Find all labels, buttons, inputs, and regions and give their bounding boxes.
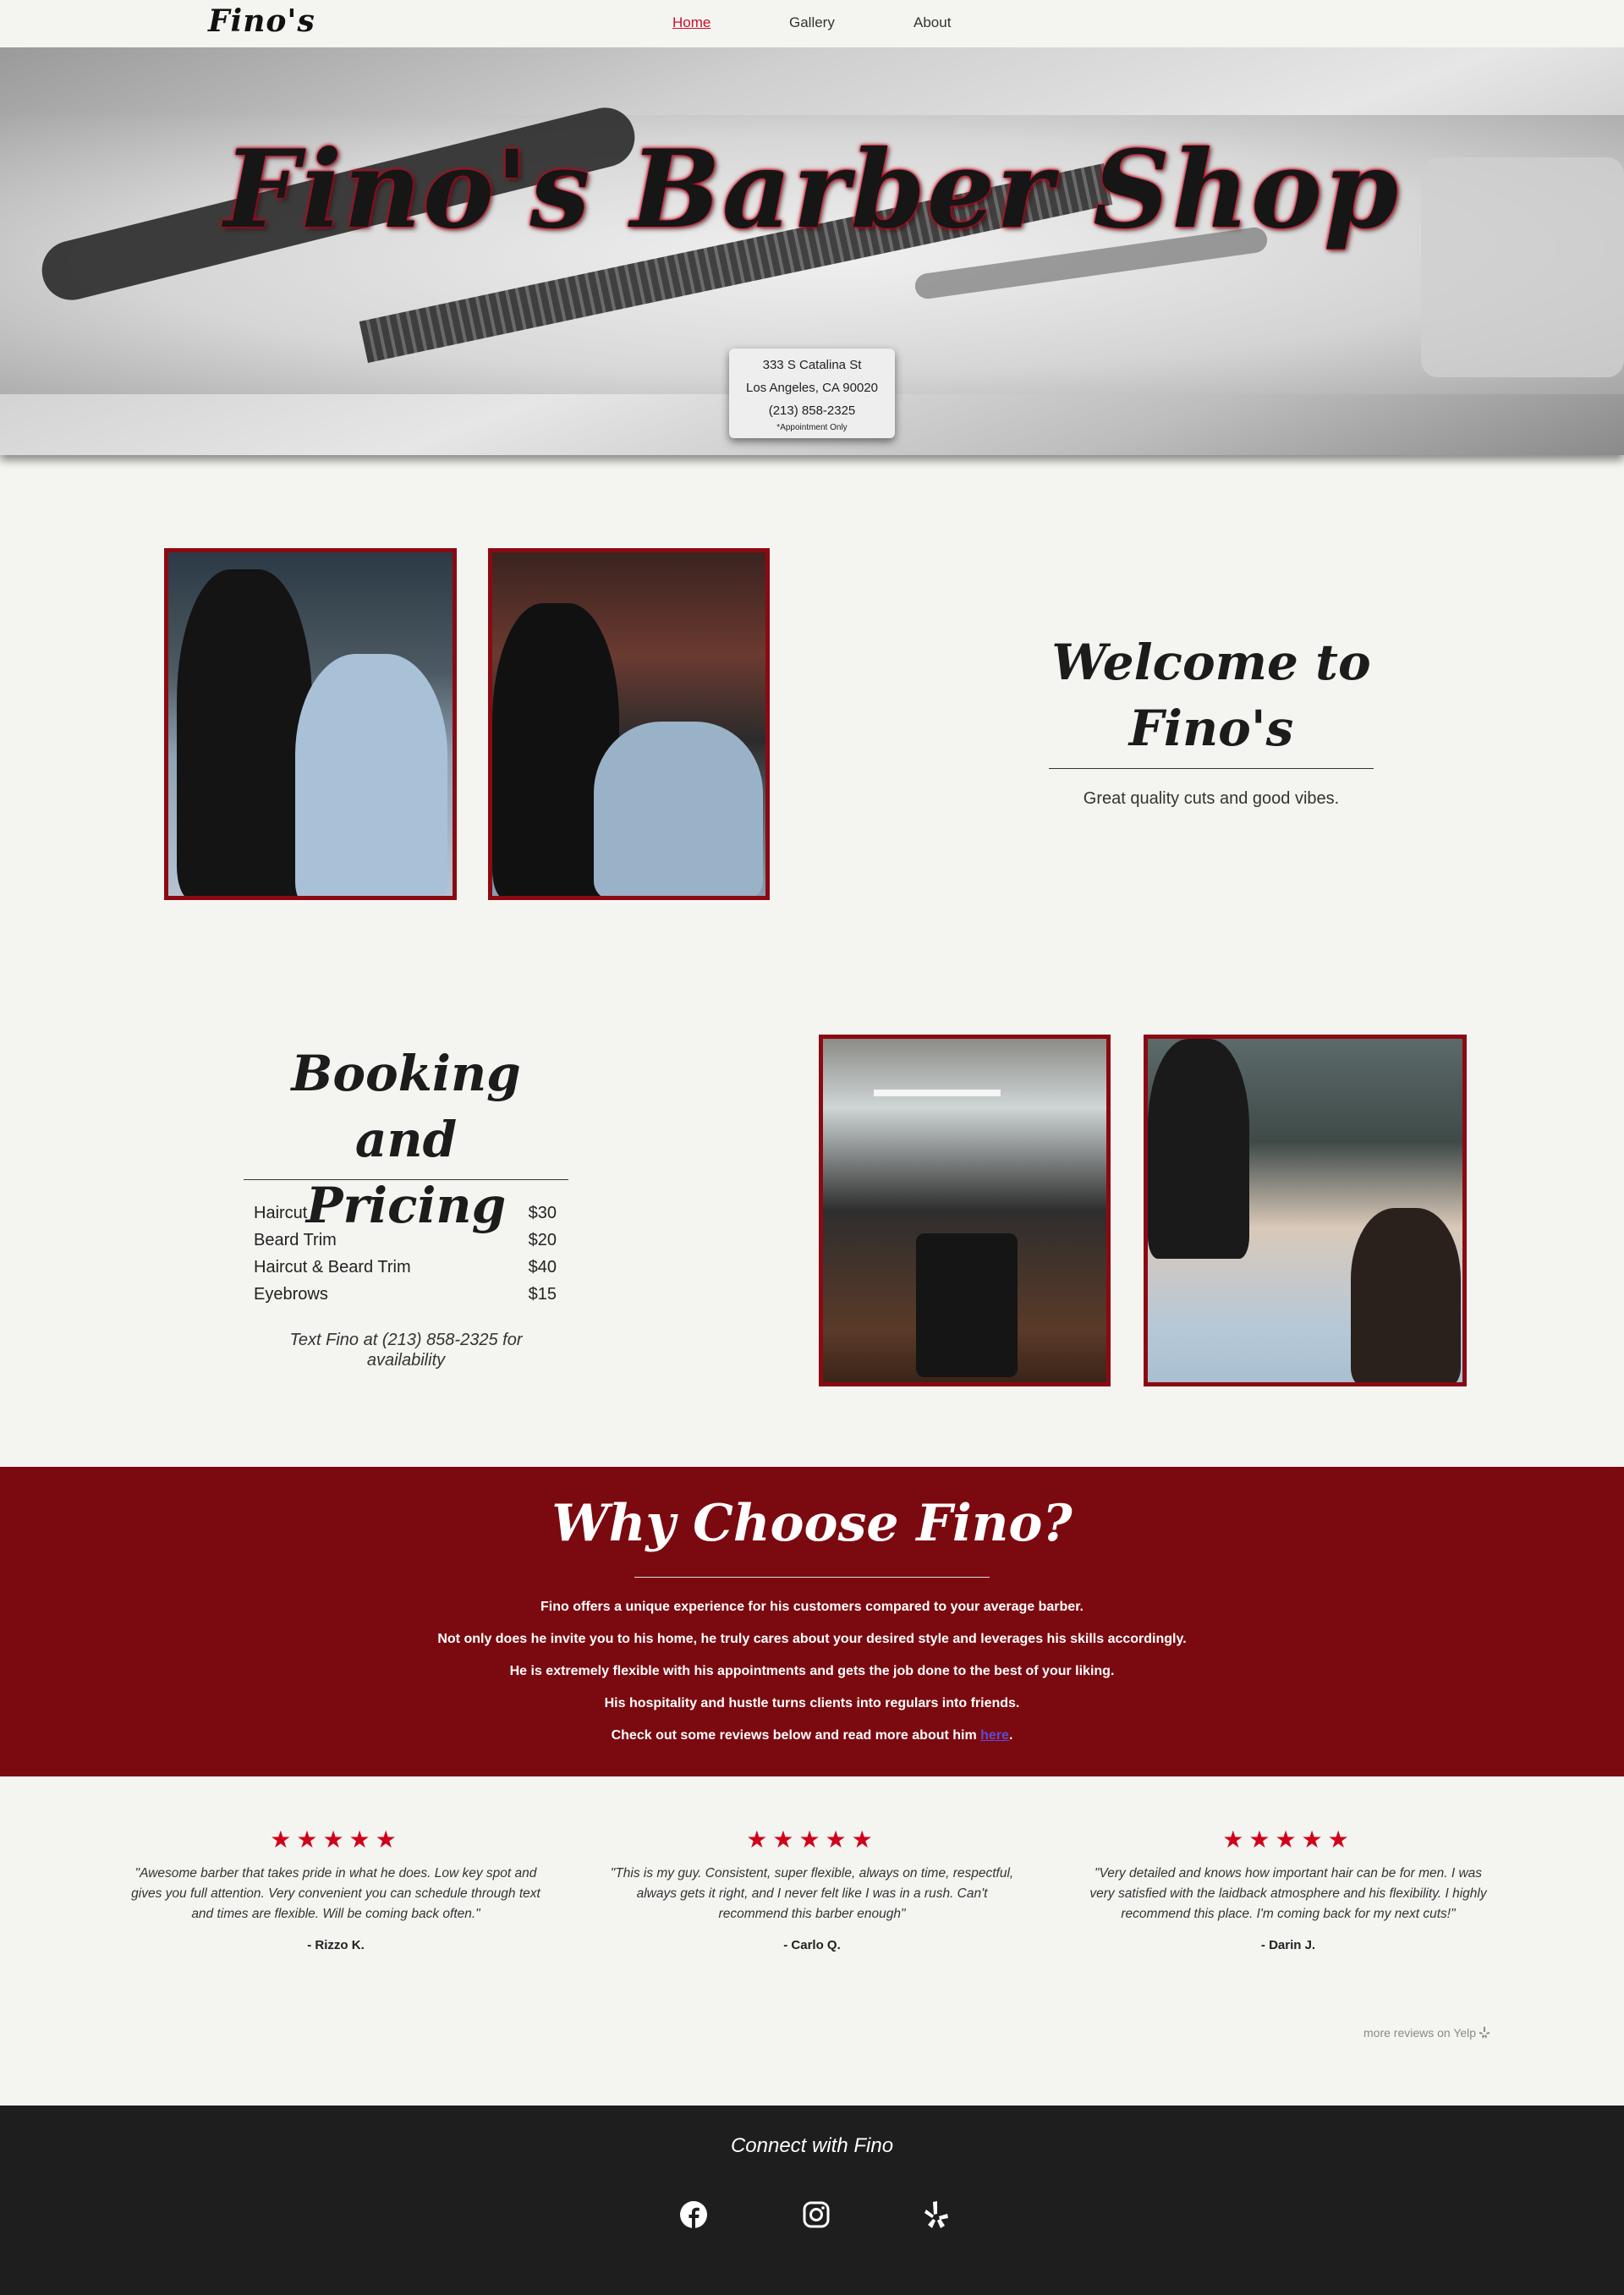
barber-photo-1 [164,548,457,900]
barber-photo-2 [488,548,770,900]
review-card: ★★★★★ "This is my guy. Consistent, super… [605,1826,1019,1952]
site-logo[interactable]: Fino's [208,3,315,39]
welcome-title: Welcome to Fino's [1049,629,1374,761]
top-nav: Fino's Home Gallery About [0,0,1624,47]
service-price: $40 [528,1258,557,1277]
why-title: Why Choose Fino? [551,1494,1073,1553]
why-line: His hospitality and hustle turns clients… [604,1696,1020,1710]
why-line: He is extremely flexible with his appoin… [509,1664,1115,1678]
welcome-title-line2: Fino's [1128,700,1294,757]
price-row: Eyebrows $15 [254,1281,557,1308]
about-here-link[interactable]: here [980,1728,1009,1743]
booking-divider [244,1179,568,1180]
nav-gallery-link[interactable]: Gallery [789,14,835,31]
review-card: ★★★★★ "Awesome barber that takes pride i… [129,1826,543,1952]
more-reviews-link[interactable]: more reviews on Yelp [1363,2026,1490,2040]
review-quote: "Very detailed and knows how important h… [1089,1866,1487,1921]
address-line2: Los Angeles, CA 90020 [746,381,878,395]
star-rating: ★★★★★ [270,1826,402,1853]
beard-trim-photo [1144,1035,1467,1386]
footer-title: Connect with Fino [730,2134,894,2157]
price-row: Haircut & Beard Trim $40 [254,1254,557,1281]
service-name: Eyebrows [254,1285,328,1304]
nav-home-link[interactable]: Home [672,14,710,31]
yelp-small-icon [1479,2027,1490,2039]
service-name: Haircut [254,1204,308,1222]
welcome-title-line1: Welcome to [1051,634,1371,691]
booking-note: Text Fino at (213) 858-2325 for availabi… [289,1331,523,1370]
welcome-subtitle: Great quality cuts and good vibes. [1083,789,1340,808]
service-name: Beard Trim [254,1231,337,1249]
review-quote: "Awesome barber that takes pride in what… [131,1866,540,1921]
why-divider [634,1577,990,1578]
price-row: Haircut $30 [254,1200,557,1227]
why-line: Not only does he invite you to his home,… [437,1632,1187,1646]
service-price: $15 [528,1285,557,1304]
welcome-divider [1049,768,1374,769]
shop-interior-photo [819,1035,1111,1386]
why-choose-section: Why Choose Fino? Fino offers a unique ex… [0,1467,1624,1776]
review-quote: "This is my guy. Consistent, super flexi… [610,1866,1014,1921]
address-line1: 333 S Catalina St [762,358,862,372]
review-author: - Darin J. [1260,1938,1316,1952]
yelp-icon[interactable] [918,2197,953,2232]
booking-title-line1: Booking and [291,1045,521,1168]
hero-banner: Fino's Barber Shop 333 S Catalina St Los… [0,47,1624,455]
footer: Connect with Fino [0,2106,1624,2295]
why-line-last: Check out some reviews below and read mo… [0,1728,1624,1743]
star-rating: ★★★★★ [1222,1826,1354,1853]
appointment-note: *Appointment Only [776,423,848,432]
hero-title: Fino's Barber Shop [223,127,1401,252]
why-line: Fino offers a unique experience for his … [540,1600,1084,1614]
review-author: - Rizzo K. [307,1938,365,1952]
service-price: $20 [528,1231,557,1249]
nav-about-link[interactable]: About [914,14,951,31]
instagram-icon[interactable] [798,2197,834,2232]
service-price: $30 [528,1204,557,1222]
more-reviews-text[interactable]: more reviews on Yelp [1363,2026,1476,2040]
phone-number[interactable]: (213) 858-2325 [729,399,895,422]
review-author: - Carlo Q. [783,1938,841,1952]
service-name: Haircut & Beard Trim [254,1258,411,1277]
why-last-text: Check out some reviews below and read mo… [611,1728,981,1743]
star-rating: ★★★★★ [746,1826,878,1853]
address-card: 333 S Catalina St Los Angeles, CA 90020 … [729,349,895,438]
review-card: ★★★★★ "Very detailed and knows how impor… [1081,1826,1495,1952]
facebook-icon[interactable] [676,2197,711,2232]
price-list: Haircut $30 Beard Trim $20 Haircut & Bea… [254,1200,557,1308]
why-last-suffix: . [1008,1728,1013,1743]
price-row: Beard Trim $20 [254,1227,557,1254]
